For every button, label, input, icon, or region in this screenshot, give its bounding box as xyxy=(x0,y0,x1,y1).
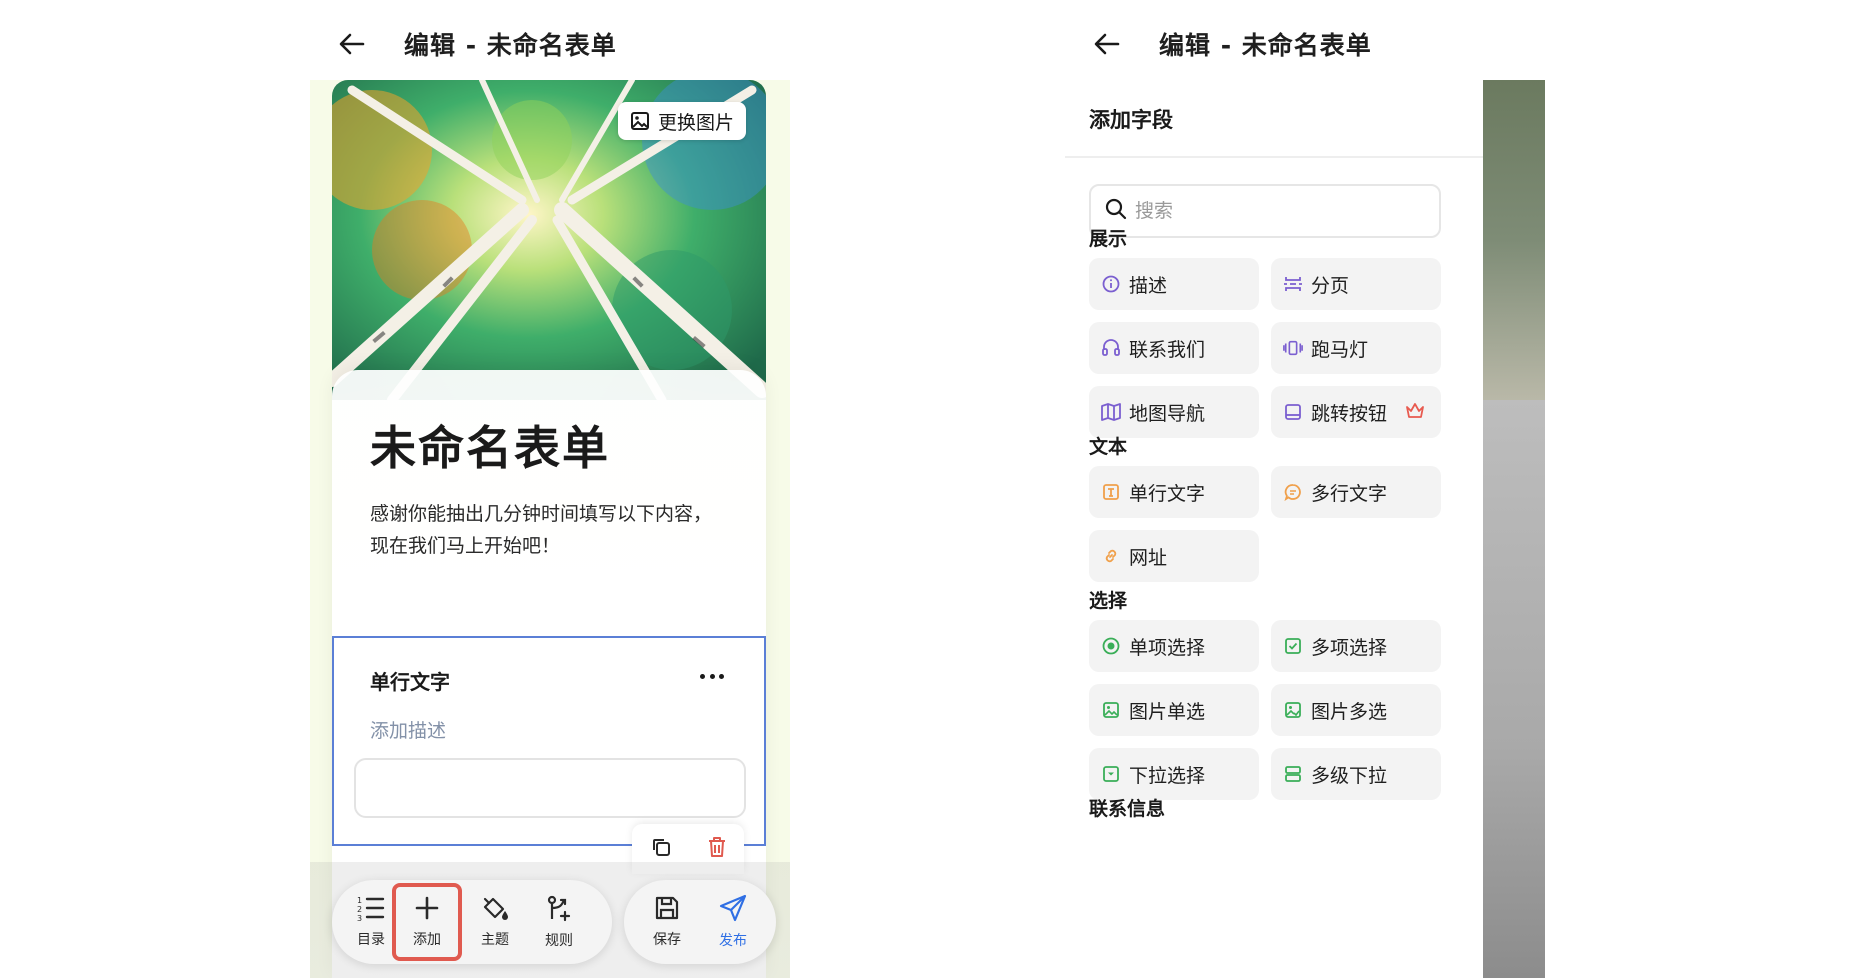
field-option-image-single-choice[interactable]: 图片单选 xyxy=(1089,684,1259,736)
save-publish-toolbar: 保存 发布 xyxy=(624,880,776,964)
list-icon: 123 xyxy=(357,895,385,925)
field-option-jump-button[interactable]: 跳转按钮 xyxy=(1271,386,1441,438)
page-title: 编辑 - 未命名表单 xyxy=(1159,31,1372,60)
bottom-toolbar: 123 目录 添加 主题 规则 xyxy=(332,880,612,964)
form-title[interactable]: 未命名表单 xyxy=(370,412,610,478)
section-text-title: 文本 xyxy=(1089,436,1128,458)
search-icon xyxy=(1105,198,1127,224)
change-image-button[interactable]: 更换图片 xyxy=(617,102,746,140)
save-label: 保存 xyxy=(653,932,681,948)
back-arrow-icon[interactable] xyxy=(1089,26,1125,62)
link-icon xyxy=(1101,546,1121,566)
field-option-description[interactable]: 描述 xyxy=(1089,258,1259,310)
cover-image: 更换图片 xyxy=(332,80,766,400)
change-image-label: 更换图片 xyxy=(657,111,734,134)
radio-icon xyxy=(1101,636,1121,656)
field-input-preview[interactable] xyxy=(354,758,746,818)
selected-field[interactable]: 单行文字 添加描述 xyxy=(332,636,766,874)
rules-button[interactable]: 规则 xyxy=(528,880,590,964)
field-option-cascade-dropdown[interactable]: 多级下拉 xyxy=(1271,748,1441,800)
add-field-panel: 添加字段 展示 描述 分页 联系我们 跑马灯 地图导航 xyxy=(1065,80,1483,978)
app-header: 编辑 - 未命名表单 xyxy=(334,22,617,66)
add-button[interactable]: 添加 xyxy=(392,883,462,961)
back-arrow-icon[interactable] xyxy=(334,26,370,62)
image-check-icon xyxy=(1283,700,1303,720)
save-button[interactable]: 保存 xyxy=(636,880,698,964)
add-label: 添加 xyxy=(413,932,441,948)
delete-icon[interactable] xyxy=(707,836,727,862)
divider xyxy=(1065,156,1483,158)
field-option-multiple-choice[interactable]: 多项选择 xyxy=(1271,620,1441,672)
image-icon xyxy=(630,111,650,131)
section-contact-title: 联系信息 xyxy=(1089,798,1166,820)
checkbox-icon xyxy=(1283,636,1303,656)
catalog-label: 目录 xyxy=(357,932,385,948)
save-icon xyxy=(654,895,680,925)
dropdown-icon xyxy=(1101,764,1121,784)
app-header: 编辑 - 未命名表单 xyxy=(1089,22,1372,66)
text-field-icon xyxy=(1101,482,1121,502)
chat-bubble-icon xyxy=(1283,482,1303,502)
section-choice-title: 选择 xyxy=(1089,590,1128,612)
field-option-image-multiple-choice[interactable]: 图片多选 xyxy=(1271,684,1441,736)
search-box[interactable] xyxy=(1089,184,1441,238)
rules-icon xyxy=(545,894,573,926)
cascade-icon xyxy=(1283,764,1303,784)
info-icon xyxy=(1101,274,1121,294)
field-option-contact-us[interactable]: 联系我们 xyxy=(1089,322,1259,374)
copy-icon[interactable] xyxy=(650,836,672,862)
field-option-dropdown[interactable]: 下拉选择 xyxy=(1089,748,1259,800)
publish-button[interactable]: 发布 xyxy=(702,880,764,964)
page-break-icon xyxy=(1283,274,1303,294)
svg-text:1: 1 xyxy=(357,896,362,905)
more-icon[interactable] xyxy=(700,672,724,680)
field-option-multi-line-text[interactable]: 多行文字 xyxy=(1271,466,1441,518)
field-option-marquee[interactable]: 跑马灯 xyxy=(1271,322,1441,374)
svg-text:2: 2 xyxy=(357,905,362,914)
field-option-url[interactable]: 网址 xyxy=(1089,530,1259,582)
theme-button[interactable]: 主题 xyxy=(464,880,526,964)
field-option-map-navigation[interactable]: 地图导航 xyxy=(1089,386,1259,438)
add-field-screen: 编辑 - 未命名表单 添加字段 展示 描述 分页 联系我们 跑马灯 xyxy=(1065,0,1545,978)
blurred-form-preview xyxy=(1483,80,1545,978)
field-label[interactable]: 单行文字 xyxy=(370,666,450,695)
rules-label: 规则 xyxy=(545,933,573,949)
panel-title: 添加字段 xyxy=(1089,108,1173,132)
send-icon xyxy=(719,894,747,926)
button-icon xyxy=(1283,402,1303,422)
add-description-link[interactable]: 添加描述 xyxy=(370,716,446,743)
carousel-icon xyxy=(1283,338,1303,358)
theme-label: 主题 xyxy=(481,932,509,948)
section-display-title: 展示 xyxy=(1089,228,1128,250)
form-description[interactable]: 感谢你能抽出几分钟时间填写以下内容，现在我们马上开始吧！ xyxy=(370,498,730,562)
map-icon xyxy=(1101,402,1121,422)
field-option-pagination[interactable]: 分页 xyxy=(1271,258,1441,310)
publish-label: 发布 xyxy=(719,933,747,949)
crown-icon xyxy=(1405,402,1425,425)
plus-icon xyxy=(414,895,440,925)
form-editor-screen: 编辑 - 未命名表单 更换图片 未命名表单 感谢你能抽出几分钟时间填写以下内容，… xyxy=(310,0,790,978)
field-option-single-line-text[interactable]: 单行文字 xyxy=(1089,466,1259,518)
image-icon xyxy=(1101,700,1121,720)
paint-bucket-icon xyxy=(481,895,509,925)
headset-icon xyxy=(1101,338,1121,358)
search-input[interactable] xyxy=(1135,200,1415,222)
svg-text:3: 3 xyxy=(357,914,362,921)
field-option-single-choice[interactable]: 单项选择 xyxy=(1089,620,1259,672)
page-title: 编辑 - 未命名表单 xyxy=(404,31,617,60)
